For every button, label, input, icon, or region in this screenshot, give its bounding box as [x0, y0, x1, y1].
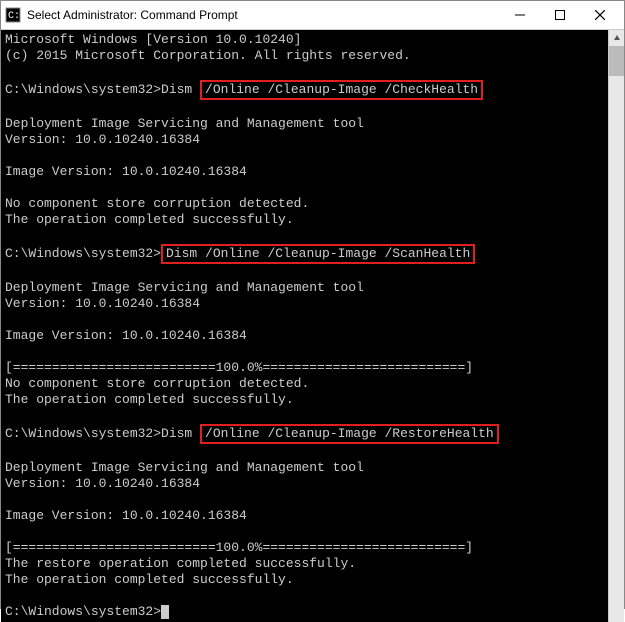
prompt-line: C:\Windows\system32>Dism /Online /Cleanu… [5, 424, 604, 444]
cmd-icon: C: [5, 7, 21, 23]
prompt-text: C:\Windows\system32>Dism [5, 426, 200, 441]
scroll-up-arrow[interactable] [609, 30, 624, 46]
output-line [5, 264, 604, 280]
output-line: Version: 10.0.10240.16384 [5, 476, 604, 492]
prompt-line: C:\Windows\system32>Dism /Online /Cleanu… [5, 244, 604, 264]
output-line: Deployment Image Servicing and Managemen… [5, 460, 604, 476]
window-title: Select Administrator: Command Prompt [27, 8, 500, 22]
content-area: Microsoft Windows [Version 10.0.10240](c… [1, 30, 624, 622]
output-line: [==========================100.0%=======… [5, 360, 604, 376]
output-line [5, 312, 604, 328]
maximize-button[interactable] [540, 1, 580, 29]
output-line [5, 64, 604, 80]
output-line: The operation completed successfully. [5, 572, 604, 588]
output-line [5, 492, 604, 508]
output-line: Deployment Image Servicing and Managemen… [5, 280, 604, 296]
output-line: (c) 2015 Microsoft Corporation. All righ… [5, 48, 604, 64]
output-line [5, 180, 604, 196]
prompt-text: C:\Windows\system32> [5, 604, 161, 619]
prompt-text: C:\Windows\system32> [5, 246, 161, 261]
title-bar[interactable]: C: Select Administrator: Command Prompt [1, 1, 624, 30]
output-line: Version: 10.0.10240.16384 [5, 296, 604, 312]
output-line: No component store corruption detected. [5, 376, 604, 392]
prompt-text: C:\Windows\system32>Dism [5, 82, 200, 97]
output-line: The operation completed successfully. [5, 212, 604, 228]
vertical-scrollbar[interactable] [608, 30, 624, 622]
output-line: The operation completed successfully. [5, 392, 604, 408]
output-line: Image Version: 10.0.10240.16384 [5, 164, 604, 180]
prompt-line: C:\Windows\system32>Dism /Online /Cleanu… [5, 80, 604, 100]
terminal-output[interactable]: Microsoft Windows [Version 10.0.10240](c… [1, 30, 608, 622]
highlighted-command: /Online /Cleanup-Image /CheckHealth [200, 80, 483, 100]
output-line [5, 524, 604, 540]
output-line [5, 228, 604, 244]
output-line: Version: 10.0.10240.16384 [5, 132, 604, 148]
output-line: The restore operation completed successf… [5, 556, 604, 572]
output-line: Image Version: 10.0.10240.16384 [5, 508, 604, 524]
output-line [5, 100, 604, 116]
cmd-window: C: Select Administrator: Command Prompt … [0, 0, 625, 609]
highlighted-command: Dism /Online /Cleanup-Image /ScanHealth [161, 244, 475, 264]
output-line: Image Version: 10.0.10240.16384 [5, 328, 604, 344]
cursor [161, 605, 169, 619]
output-line: Microsoft Windows [Version 10.0.10240] [5, 32, 604, 48]
scroll-thumb[interactable] [609, 46, 624, 76]
minimize-button[interactable] [500, 1, 540, 29]
prompt-line: C:\Windows\system32> [5, 604, 604, 620]
highlighted-command: /Online /Cleanup-Image /RestoreHealth [200, 424, 499, 444]
window-controls [500, 1, 620, 29]
close-button[interactable] [580, 1, 620, 29]
output-line [5, 148, 604, 164]
output-line [5, 588, 604, 604]
output-line: Deployment Image Servicing and Managemen… [5, 116, 604, 132]
output-line [5, 444, 604, 460]
output-line: No component store corruption detected. [5, 196, 604, 212]
output-line: [==========================100.0%=======… [5, 540, 604, 556]
output-line [5, 408, 604, 424]
output-line [5, 344, 604, 360]
svg-text:C:: C: [8, 11, 20, 22]
